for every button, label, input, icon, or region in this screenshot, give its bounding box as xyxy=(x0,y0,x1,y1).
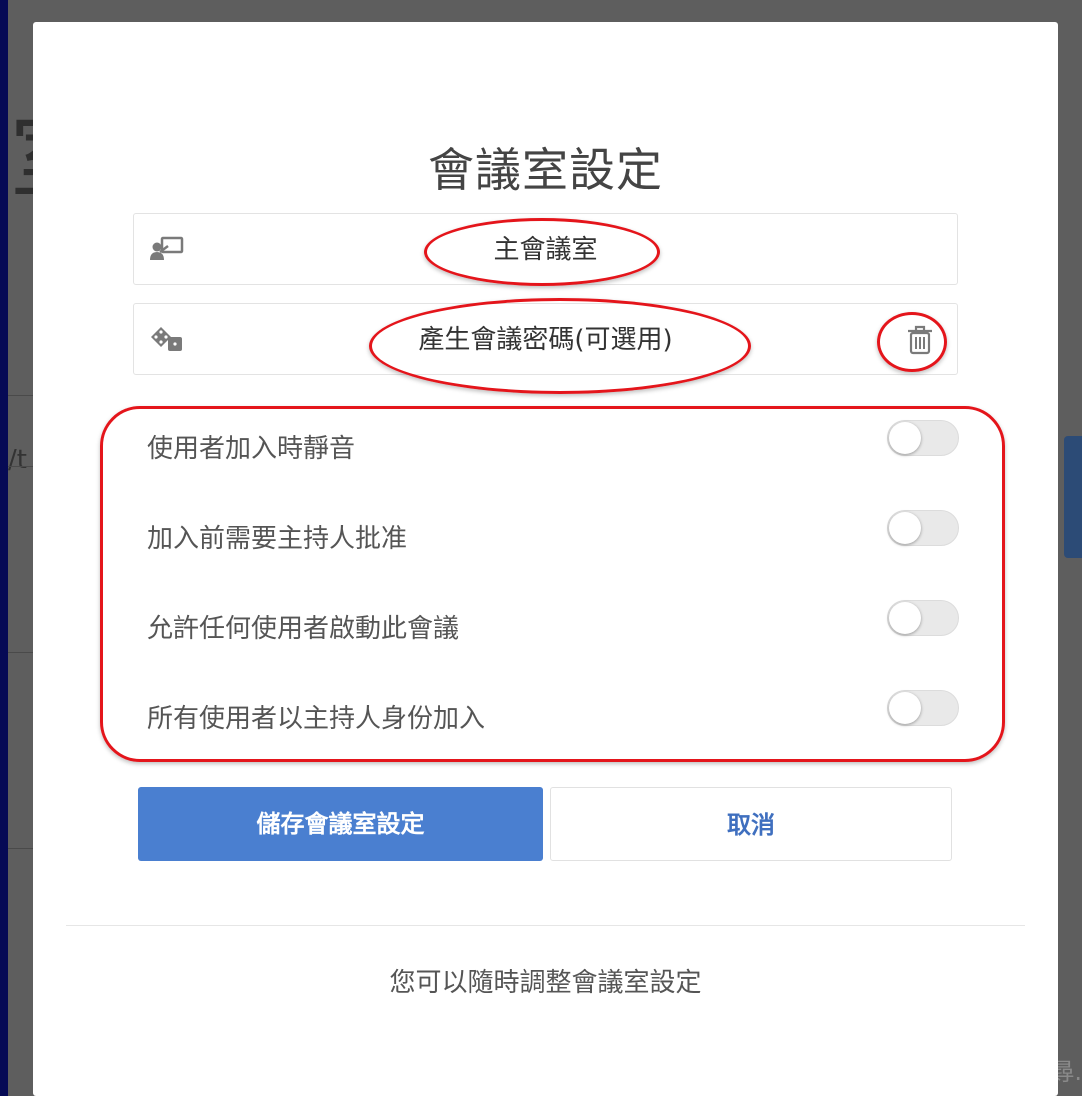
option-label: 加入前需要主持人批准 xyxy=(147,524,408,554)
anyone-can-start-toggle[interactable] xyxy=(887,600,959,636)
option-label: 使用者加入時靜音 xyxy=(147,434,356,464)
option-label: 允許任何使用者啟動此會議 xyxy=(147,614,460,644)
room-name-value: 主會議室 xyxy=(493,235,598,265)
all-join-as-moderator-toggle[interactable] xyxy=(887,690,959,726)
option-mute-on-join: 使用者加入時靜音 xyxy=(147,420,959,470)
background-divider xyxy=(8,848,34,849)
access-code-field[interactable]: 產生會議密碼(可選用) xyxy=(133,303,958,375)
option-anyone-can-start: 允許任何使用者啟動此會議 xyxy=(147,600,959,650)
room-settings-modal: 會議室設定 主會議室 產生會議密碼(可選用) 使用者加入時靜音 加入前需要主持人… xyxy=(33,22,1058,1096)
modal-title: 會議室設定 xyxy=(428,143,663,197)
option-all-join-as-moderator: 所有使用者以主持人身份加入 xyxy=(147,690,959,740)
toggle-knob xyxy=(889,602,921,634)
room-name-field[interactable]: 主會議室 xyxy=(133,213,958,285)
save-settings-button[interactable]: 儲存會議室設定 xyxy=(138,787,543,861)
toggle-knob xyxy=(889,692,921,724)
modal-divider xyxy=(66,925,1025,926)
background-button xyxy=(1064,436,1082,558)
require-approval-toggle[interactable] xyxy=(887,510,959,546)
background-url-text: /t xyxy=(8,445,27,475)
mute-on-join-toggle[interactable] xyxy=(887,420,959,456)
option-label: 所有使用者以主持人身份加入 xyxy=(147,704,486,734)
background-divider xyxy=(8,652,34,653)
background-divider xyxy=(8,395,34,396)
toggle-knob xyxy=(889,422,921,454)
trash-icon[interactable] xyxy=(905,324,935,356)
cancel-button[interactable]: 取消 xyxy=(550,787,952,861)
option-require-approval: 加入前需要主持人批准 xyxy=(147,510,959,560)
background-divider xyxy=(8,466,34,467)
access-code-value: 產生會議密碼(可選用) xyxy=(418,325,673,355)
toggle-knob xyxy=(889,512,921,544)
modal-footer-hint: 您可以隨時調整會議室設定 xyxy=(389,968,702,998)
